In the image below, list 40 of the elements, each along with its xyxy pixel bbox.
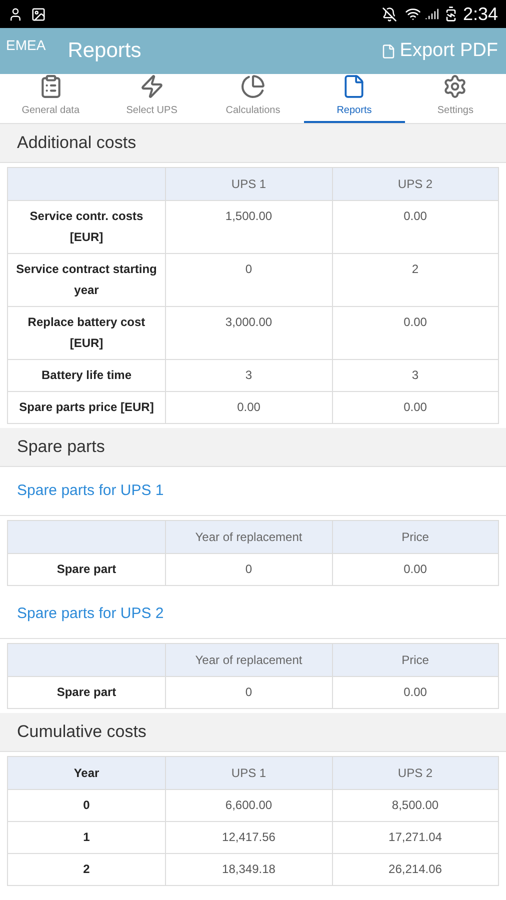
brand-label: EMEA <box>6 36 46 55</box>
table-cell: 0.00 <box>166 392 332 424</box>
tab[interactable]: Settings <box>404 74 506 123</box>
table-header-cell: Price <box>332 520 498 554</box>
table-header-cell: UPS 1 <box>166 756 332 790</box>
wifi-icon <box>404 6 421 22</box>
tab[interactable]: Calculations <box>202 74 304 123</box>
section-header: Spare parts <box>0 428 506 467</box>
row-label-cell: Spare part <box>8 676 166 708</box>
section-link[interactable]: Spare parts for UPS 2 <box>17 605 164 622</box>
table-cell: 0 <box>166 554 332 586</box>
clock-time: 2:34 <box>462 2 498 26</box>
app-title: Reports <box>68 38 142 64</box>
table-cell: 0.00 <box>332 676 498 708</box>
row-label-cell: Spare part <box>8 554 166 586</box>
image-icon <box>31 6 46 22</box>
pie-chart-icon <box>239 74 267 99</box>
table-cell: 18,349.18 <box>166 854 332 886</box>
table-header-cell: UPS 1 <box>166 168 332 200</box>
table-cell: 0.00 <box>332 554 498 586</box>
section-header: Additional costs <box>0 124 506 163</box>
table-cell: 26,214.06 <box>332 854 498 886</box>
table-header-cell: Year <box>8 756 166 790</box>
row-label-cell: Spare parts price [EUR] <box>8 392 166 424</box>
table-header-cell: Price <box>332 644 498 676</box>
table-cell: 0.00 <box>332 392 498 424</box>
table-header-cell: Year of replacement <box>166 644 332 676</box>
export-pdf-button[interactable]: Export PDF <box>380 36 498 66</box>
section-header: Cumulative costs <box>0 713 506 752</box>
tab[interactable]: General data <box>0 74 102 123</box>
row-label-cell: 2 <box>8 854 166 886</box>
table-header-cell: UPS 2 <box>332 756 498 790</box>
tab[interactable]: Select UPS <box>101 74 202 123</box>
section-link[interactable]: Spare parts for UPS 1 <box>17 482 164 499</box>
table-cell: 0 <box>166 676 332 708</box>
table-header-cell: UPS 2 <box>332 168 498 200</box>
muted-icon <box>382 6 397 22</box>
table-header-cell: Year of replacement <box>166 520 332 554</box>
signal-icon <box>424 7 439 21</box>
document-icon <box>380 44 396 58</box>
